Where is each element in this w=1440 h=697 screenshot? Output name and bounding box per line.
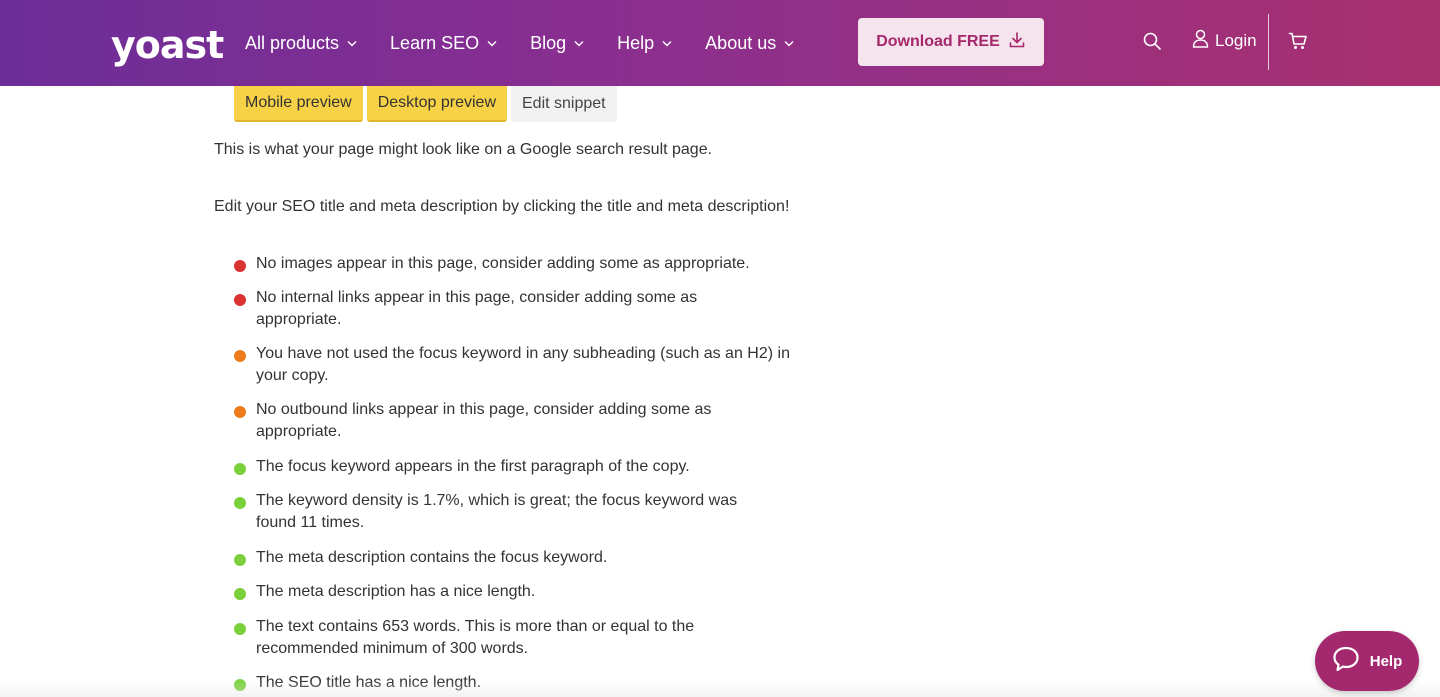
list-item: The keyword density is 1.7%, which is gr…: [234, 490, 754, 534]
check-text: No images appear in this page, consider …: [256, 255, 750, 272]
nav-label: About us: [705, 32, 777, 53]
main-nav: All products Learn SEO Blog Help About u…: [245, 0, 827, 86]
login-link[interactable]: Login: [1192, 29, 1257, 53]
instruction-text: Edit your SEO title and meta description…: [214, 198, 790, 215]
site-header: yoast All products Learn SEO Blog Help A…: [0, 0, 1440, 86]
check-text: The focus keyword appears in the first p…: [256, 458, 690, 475]
status-good-icon: [234, 554, 246, 566]
nav-blog[interactable]: Blog: [530, 33, 584, 54]
nav-help[interactable]: Help: [617, 33, 672, 54]
status-bad-icon: [234, 294, 246, 306]
login-label: Login: [1215, 31, 1257, 50]
header-divider: [1268, 14, 1269, 70]
check-text: You have not used the focus keyword in a…: [256, 345, 790, 384]
chat-bubble-icon: [1332, 646, 1360, 676]
logo-text: yoast: [111, 23, 224, 67]
check-text: The meta description contains the focus …: [256, 549, 608, 566]
tab-mobile-preview[interactable]: Mobile preview: [234, 86, 363, 122]
list-item: You have not used the focus keyword in a…: [234, 343, 794, 387]
tab-desktop-preview[interactable]: Desktop preview: [366, 86, 507, 122]
status-ok-icon: [234, 350, 246, 362]
chevron-down-icon: [487, 40, 497, 47]
nav-about-us[interactable]: About us: [705, 33, 794, 54]
download-free-button[interactable]: Download FREE: [858, 18, 1044, 66]
download-label: Download FREE: [876, 33, 1000, 50]
list-item: The SEO title has a nice length.: [234, 672, 794, 694]
check-text: The meta description has a nice length.: [256, 583, 536, 600]
chevron-down-icon: [784, 40, 794, 47]
list-item: No internal links appear in this page, c…: [234, 287, 724, 331]
list-item: The meta description contains the focus …: [234, 547, 794, 569]
status-good-icon: [234, 463, 246, 475]
list-item: No outbound links appear in this page, c…: [234, 399, 734, 443]
nav-label: Help: [617, 32, 655, 53]
check-text: The text contains 653 words. This is mor…: [256, 618, 695, 657]
user-icon: [1192, 29, 1209, 53]
list-item: The meta description has a nice length.: [234, 581, 794, 603]
check-text: No outbound links appear in this page, c…: [256, 401, 712, 440]
chevron-down-icon: [574, 40, 584, 47]
nav-all-products[interactable]: All products: [245, 33, 357, 54]
intro-text: This is what your page might look like o…: [214, 141, 713, 158]
download-icon: [1008, 31, 1026, 54]
search-icon[interactable]: [1142, 31, 1162, 56]
list-item: No images appear in this page, consider …: [234, 253, 794, 275]
help-widget-button[interactable]: Help: [1315, 631, 1419, 691]
check-text: The keyword density is 1.7%, which is gr…: [256, 492, 738, 531]
status-good-icon: [234, 623, 246, 635]
tab-edit-snippet[interactable]: Edit snippet: [511, 86, 617, 122]
status-bad-icon: [234, 260, 246, 272]
nav-label: Blog: [530, 32, 567, 53]
check-text: No internal links appear in this page, c…: [256, 289, 698, 328]
nav-label: All products: [245, 32, 340, 53]
list-item: The text contains 653 words. This is mor…: [234, 616, 724, 660]
nav-label: Learn SEO: [390, 32, 480, 53]
status-good-icon: [234, 679, 246, 691]
status-ok-icon: [234, 406, 246, 418]
chevron-down-icon: [347, 40, 357, 47]
status-good-icon: [234, 497, 246, 509]
snippet-tabs: Mobile preview Desktop preview Edit snip…: [234, 86, 617, 124]
yoast-logo[interactable]: yoast: [111, 20, 224, 67]
help-label: Help: [1369, 652, 1403, 670]
seo-analysis-list: No images appear in this page, consider …: [234, 253, 794, 694]
cart-icon[interactable]: [1288, 31, 1308, 56]
check-text: The SEO title has a nice length.: [256, 674, 482, 691]
list-item: The focus keyword appears in the first p…: [234, 456, 794, 478]
nav-learn-seo[interactable]: Learn SEO: [390, 33, 497, 54]
status-good-icon: [234, 588, 246, 600]
chevron-down-icon: [662, 40, 672, 47]
